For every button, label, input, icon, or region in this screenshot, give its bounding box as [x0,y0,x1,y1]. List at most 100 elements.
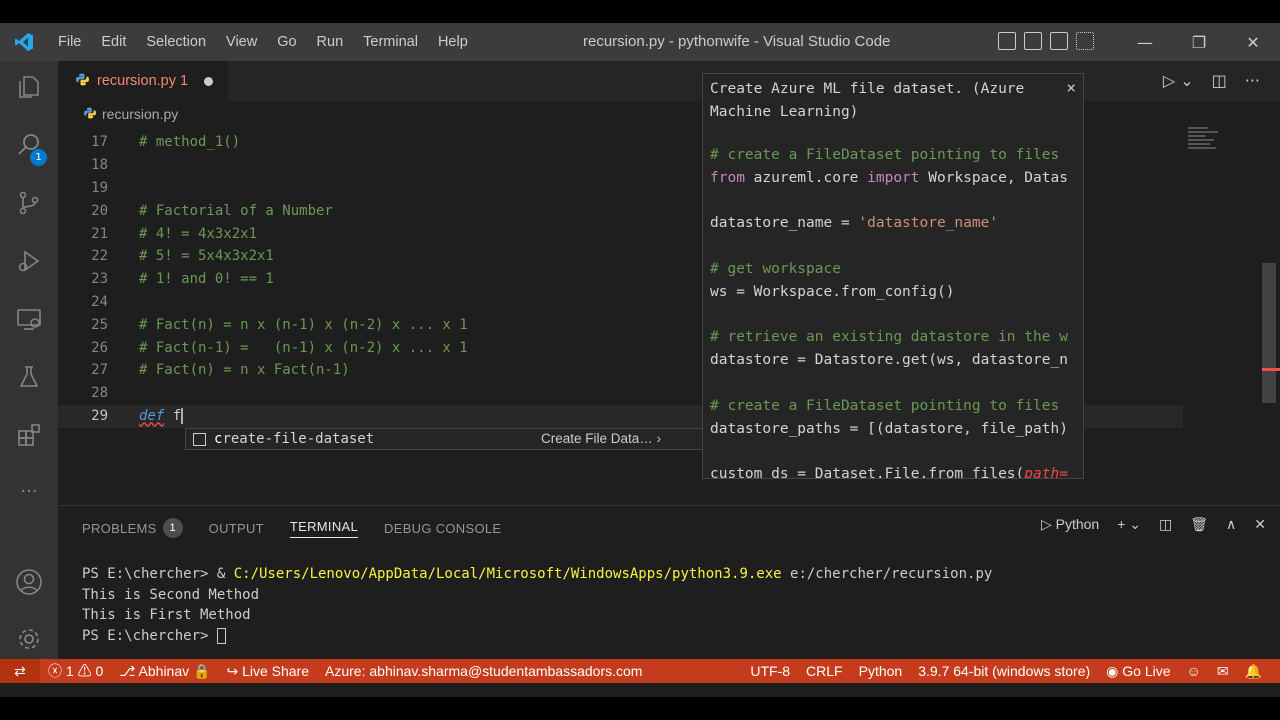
split-terminal-icon[interactable]: ◫ [1159,516,1172,533]
details-code-line: custom_ds = Dataset.File.from_files(path… [710,463,1068,478]
menu-selection[interactable]: Selection [136,34,216,50]
code-token: azureml.core [744,169,868,186]
copilot-icon[interactable]: ☺ [1179,663,1209,679]
restore-button[interactable]: ❐ [1172,23,1226,61]
menu-terminal[interactable]: Terminal [353,34,428,50]
suggestion-detail: Create File Data… › [541,431,661,446]
title-bar: File Edit Selection View Go Run Terminal… [0,23,1280,61]
broadcast-icon: ◉ [1106,662,1119,679]
line-text: def f [139,408,184,425]
menu-file[interactable]: File [48,34,91,50]
eol-status[interactable]: CRLF [798,663,851,679]
extensions-icon[interactable] [13,419,45,451]
live-share-label: Live Share [242,662,310,679]
lock-icon: 🔒 [193,662,211,679]
testing-icon[interactable] [13,361,45,393]
split-editor-icon[interactable]: ◫ [1212,71,1227,90]
run-debug-icon[interactable] [13,245,45,277]
details-code-line: # get workspace [710,258,841,281]
menu-go[interactable]: Go [267,34,306,50]
remote-indicator-icon[interactable]: ⇄ [0,659,40,683]
breadcrumb-file[interactable]: recursion.py [102,106,178,122]
run-file-icon[interactable]: ▷ ⌄ [1163,71,1194,90]
tab-terminal[interactable]: TERMINAL [289,518,359,538]
text-cursor [181,408,184,425]
suggest-widget[interactable]: create-file-dataset Create File Data… › [185,428,703,450]
terminal-exe-path: C:/Users/Lenovo/AppData/Local/Microsoft/… [233,566,782,582]
close-window-button[interactable]: ✕ [1226,23,1280,61]
line-text: # 1! and 0! == 1 [139,271,274,288]
line-number: 22 [91,248,108,265]
window-bottom-edge [0,683,1280,697]
interpreter-status[interactable]: 3.9.7 64-bit (windows store) [910,663,1098,679]
menu-edit[interactable]: Edit [91,34,136,50]
tab-problems[interactable]: PROBLEMS 1 [82,518,183,538]
minimize-button[interactable]: — [1118,23,1172,61]
remote-explorer-icon[interactable] [13,303,45,335]
customize-layout-icon[interactable] [1076,32,1094,50]
tab-debug-console[interactable]: DEBUG CONSOLE [384,518,501,538]
line-number: 28 [91,385,108,402]
close-icon[interactable]: × [1066,78,1076,97]
minimap[interactable] [1188,127,1228,167]
letterbox-bottom [0,697,1280,720]
close-panel-icon[interactable]: ✕ [1254,516,1266,533]
code-token: # create a FileDataset pointing to files [710,397,1060,414]
go-live-status[interactable]: ◉ Go Live [1098,663,1178,680]
source-control-icon[interactable] [13,187,45,219]
explorer-icon[interactable] [13,71,45,103]
live-share-status[interactable]: ↪ Live Share [218,663,317,680]
tab-output[interactable]: OUTPUT [209,518,264,538]
encoding-status[interactable]: UTF-8 [742,663,798,679]
activity-bar: 1 ··· [0,61,58,659]
feedback-icon[interactable]: ✉ [1209,663,1237,680]
unsaved-dot-icon[interactable] [204,76,214,86]
accounts-icon[interactable] [13,566,45,598]
toggle-panel-icon[interactable] [1024,32,1042,50]
details-code-line: # retrieve an existing datastore in the … [710,326,1068,349]
python-file-icon [84,106,96,122]
menu-run[interactable]: Run [307,34,354,50]
azure-account[interactable]: Azure: abhinav.sharma@studentambassadors… [317,663,650,679]
layout-controls [998,32,1094,50]
menu-view[interactable]: View [216,34,267,50]
search-icon[interactable] [13,129,45,161]
panel-tabs: PROBLEMS 1 OUTPUT TERMINAL DEBUG CONSOLE [82,518,501,538]
code-token: 'datastore_name' [858,215,999,232]
more-views-icon[interactable]: ··· [13,475,45,507]
line-number: 24 [91,293,108,310]
chevron-right-icon[interactable]: › [657,431,662,446]
details-code-line: datastore = Datastore.get(ws, datastore_… [710,349,1068,372]
account-status[interactable]: ⎇ Abhinav 🔒 [111,663,218,680]
terminal-cursor [216,627,226,644]
window-controls: — ❐ ✕ [1118,23,1280,61]
line-text: # Fact(n-1) = (n-1) x (n-2) x ... x 1 [139,339,468,356]
typed-text: f [164,408,182,425]
python-file-icon [76,73,89,90]
problems-status[interactable]: ⓧ 1 ⚠ 0 [40,661,111,681]
editor-tabs: recursion.py 1 ▷ ⌄ ◫ ··· [58,61,1280,101]
terminal-arg: e:/chercher/recursion.py [781,566,993,582]
terminal-icon: ▷ [1040,516,1052,532]
code-token: Workspace, Datas [919,169,1068,186]
suggestion-label[interactable]: create-file-dataset [214,431,374,447]
line-number: 21 [91,225,108,242]
terminal-selector[interactable]: ▷ Python [1041,516,1099,533]
kill-terminal-icon[interactable]: 🗑 [1190,516,1208,533]
details-code-line: datastore_name = 'datastore_name' [710,212,998,235]
maximize-panel-icon[interactable]: ∧ [1226,516,1236,533]
notifications-bell-icon[interactable]: 🔔 [1237,663,1270,680]
line-text: # method_1() [139,134,241,151]
manage-gear-icon[interactable] [13,623,45,655]
terminal-output[interactable]: PS E:\chercher> & C:/Users/Lenovo/AppDat… [82,564,992,646]
new-terminal-icon[interactable]: + ⌄ [1117,516,1141,533]
toggle-secondary-sidebar-icon[interactable] [1050,32,1068,50]
toggle-sidebar-icon[interactable] [998,32,1016,50]
line-number: 17 [91,134,108,151]
editor-scrollbar[interactable] [1262,263,1276,403]
language-status[interactable]: Python [851,663,911,679]
tab-recursion-py[interactable]: recursion.py 1 [58,61,228,101]
more-actions-icon[interactable]: ··· [1245,71,1260,90]
menu-help[interactable]: Help [428,34,478,50]
terminal-prompt: PS E:\chercher> & [82,566,234,582]
